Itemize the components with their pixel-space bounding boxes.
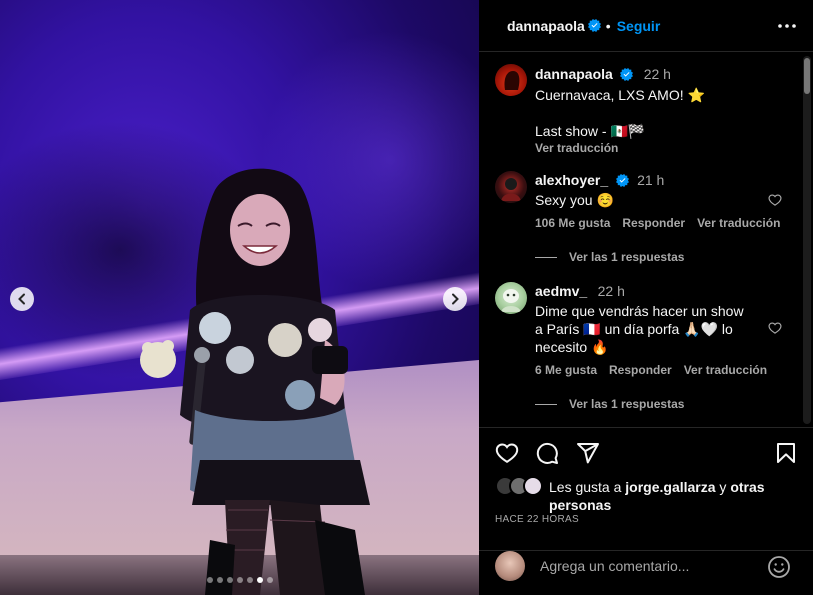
likes-text: Les gusta a jorge.gallarza y otras person…	[549, 478, 765, 514]
verified-badge-icon	[615, 174, 629, 187]
comment-translate-link[interactable]: Ver traducción	[697, 216, 780, 230]
more-options-icon[interactable]	[777, 17, 797, 35]
view-replies-button[interactable]: Ver las 1 respuestas	[535, 250, 684, 264]
replies-divider	[535, 403, 557, 405]
previous-slide-button[interactable]	[10, 287, 34, 311]
view-replies-label: Ver las 1 respuestas	[569, 250, 685, 264]
carousel-indicator	[0, 577, 479, 583]
chevron-right-icon	[452, 293, 459, 305]
header-separator: •	[605, 17, 611, 34]
current-user-avatar[interactable]	[495, 551, 525, 581]
verified-badge-icon	[620, 68, 634, 81]
view-replies-label: Ver las 1 respuestas	[569, 397, 685, 411]
liker-username-link[interactable]: jorge.gallarza	[625, 479, 715, 495]
bookmark-icon[interactable]	[774, 441, 798, 465]
carousel-dot	[226, 577, 233, 583]
caption-line-1: Cuernavaca, LXS AMO! ⭐️	[535, 87, 705, 103]
caption-translate-link[interactable]: Ver traducción	[535, 141, 791, 155]
comment-text-line-3: necesito 🔥	[535, 339, 609, 355]
scrollbar-thumb[interactable]	[804, 58, 810, 94]
likers-avatars[interactable]	[495, 476, 549, 498]
emoji-icon[interactable]	[767, 555, 791, 579]
post-header: dannapaola • Seguir	[479, 0, 813, 52]
comment-translate-link[interactable]: Ver traducción	[684, 363, 767, 377]
comment-avatar[interactable]	[495, 171, 527, 203]
comment-input[interactable]: Agrega un comentario...	[540, 558, 689, 574]
post-side-panel: dannapaola • Seguir dannapaola 22 h Cuer…	[479, 0, 813, 595]
next-slide-button[interactable]	[443, 287, 467, 311]
carousel-dot	[206, 577, 213, 583]
comment-username[interactable]: alexhoyer_	[535, 172, 608, 188]
comment-text: Sexy you ☺️	[535, 192, 614, 208]
comment-time[interactable]: 22 h	[598, 283, 625, 299]
comment-time[interactable]: 21 h	[637, 172, 664, 188]
caption-line-2: Last show - 🇲🇽🏁	[535, 123, 646, 139]
carousel-dot	[236, 577, 243, 583]
post-author-username[interactable]: dannapaola	[507, 18, 585, 34]
comment-username[interactable]: aedmv_	[535, 283, 587, 299]
post-actions: Les gusta a jorge.gallarza y otras person…	[479, 427, 813, 550]
comments-list[interactable]: dannapaola 22 h Cuernavaca, LXS AMO! ⭐️ …	[479, 52, 813, 427]
comment-likes-count[interactable]: 106 Me gusta	[535, 216, 610, 230]
add-comment-bar: Agrega un comentario...	[479, 550, 813, 595]
comment-block: aedmv_ 22 h Dime que vendrás hacer un sh…	[535, 283, 765, 356]
avatar-portrait	[504, 71, 520, 90]
comment-block: alexhoyer_ 21 h Sexy you ☺️	[535, 172, 765, 209]
caption-time[interactable]: 22 h	[644, 66, 671, 82]
likes-summary: Les gusta a jorge.gallarza y otras person…	[495, 476, 795, 514]
comment-like-heart-icon[interactable]	[768, 193, 782, 207]
caption-block: dannapaola 22 h Cuernavaca, LXS AMO! ⭐️ …	[535, 66, 791, 155]
likes-connector: y	[715, 479, 731, 495]
like-heart-icon[interactable]	[495, 441, 519, 465]
comment-meta: 6 Me gusta Responder Ver traducción	[535, 363, 767, 377]
likes-others-line-2: personas	[549, 497, 612, 513]
verified-badge-icon	[587, 19, 601, 32]
share-icon[interactable]	[576, 441, 600, 465]
comment-like-heart-icon[interactable]	[768, 321, 782, 335]
performer-photo	[140, 168, 370, 595]
comment-reply-button[interactable]: Responder	[622, 216, 685, 230]
post-media[interactable]	[0, 0, 479, 595]
caption-username[interactable]: dannapaola	[535, 66, 613, 82]
carousel-dot	[246, 577, 253, 583]
post-timestamp[interactable]: HACE 22 HORAS	[495, 514, 579, 525]
comment-avatar[interactable]	[495, 282, 527, 314]
likes-others-line-1: otras	[730, 479, 765, 495]
carousel-dot	[266, 577, 273, 583]
comment-icon[interactable]	[535, 441, 559, 465]
caption-author-avatar[interactable]	[495, 64, 527, 96]
replies-divider	[535, 256, 557, 258]
comment-reply-button[interactable]: Responder	[609, 363, 672, 377]
liker-avatar	[523, 476, 543, 496]
comment-likes-count[interactable]: 6 Me gusta	[535, 363, 597, 377]
avatar-portrait	[501, 178, 521, 201]
follow-button[interactable]: Seguir	[617, 18, 661, 34]
view-replies-button[interactable]: Ver las 1 respuestas	[535, 397, 684, 411]
carousel-dot	[216, 577, 223, 583]
comment-text-line-1: Dime que vendrás hacer un show	[535, 303, 744, 319]
comment-meta: 106 Me gusta Responder Ver traducción	[535, 216, 780, 230]
chevron-left-icon	[18, 293, 25, 305]
comments-scrollbar[interactable]	[803, 56, 811, 424]
carousel-dot	[256, 577, 263, 583]
avatar-portrait	[501, 289, 521, 312]
likes-prefix: Les gusta a	[549, 479, 626, 495]
comment-text-line-2: a París 🇫🇷 un día porfa 🙏🏻🤍 lo	[535, 321, 733, 337]
